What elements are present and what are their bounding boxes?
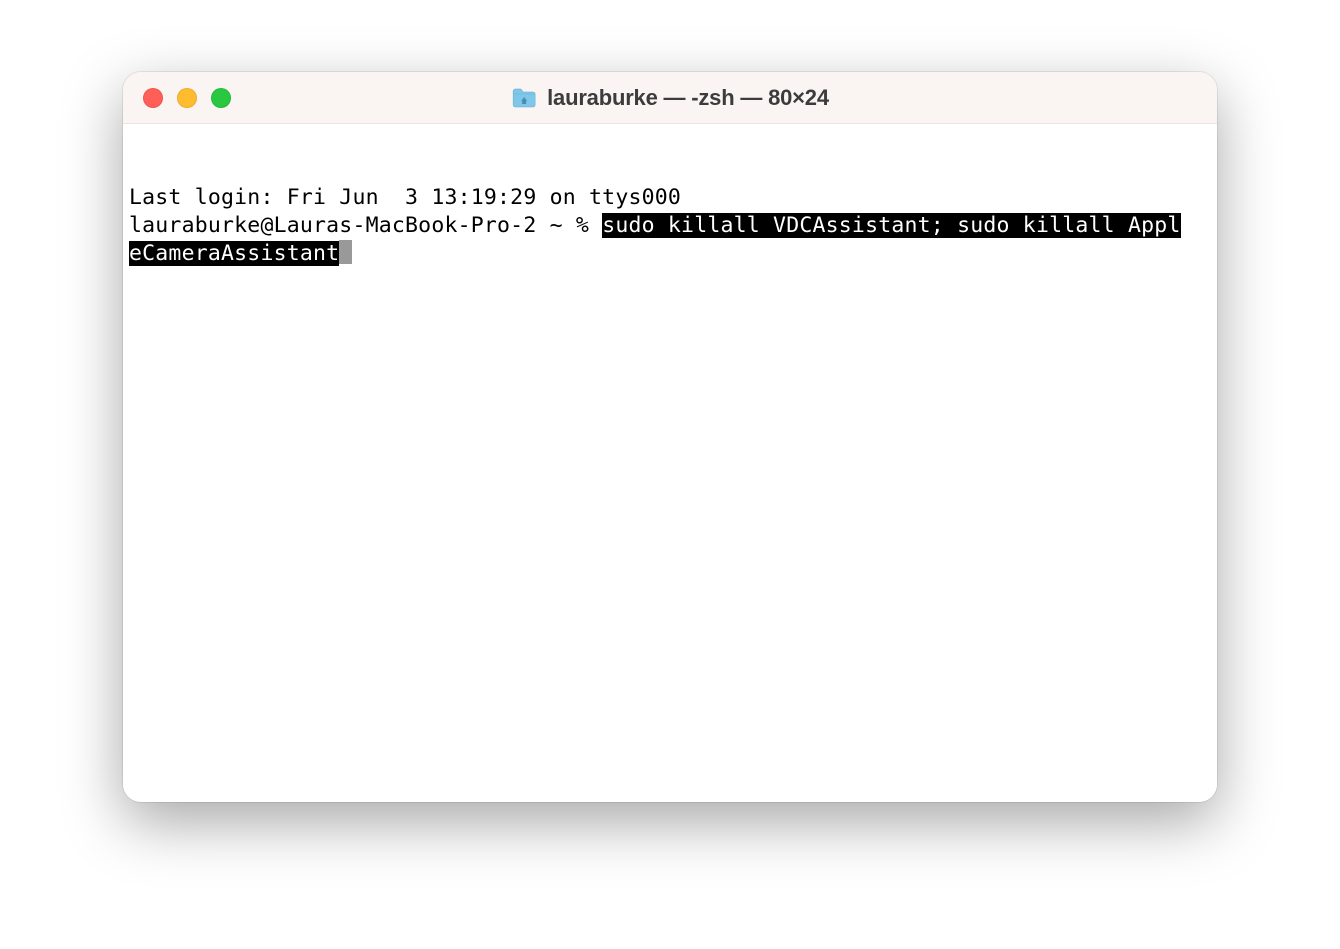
folder-icon [511,87,537,109]
terminal-body[interactable]: Last login: Fri Jun 3 13:19:29 on ttys00… [123,124,1217,802]
shell-prompt: lauraburke@Lauras-MacBook-Pro-2 ~ % [129,213,602,238]
minimize-button[interactable] [177,88,197,108]
command-selection-part2[interactable]: eCameraAssistant [129,241,339,266]
command-selection-part1[interactable]: sudo killall VDCAssistant; sudo killall … [602,213,1180,238]
titlebar[interactable]: lauraburke — -zsh — 80×24 [123,72,1217,124]
command-line-2: eCameraAssistant [129,240,1211,268]
cursor [339,240,352,264]
title-group: lauraburke — -zsh — 80×24 [511,85,829,111]
last-login-line: Last login: Fri Jun 3 13:19:29 on ttys00… [129,184,1211,212]
window-title: lauraburke — -zsh — 80×24 [547,85,829,111]
prompt-line: lauraburke@Lauras-MacBook-Pro-2 ~ % sudo… [129,212,1211,240]
close-button[interactable] [143,88,163,108]
terminal-window: lauraburke — -zsh — 80×24 Last login: Fr… [123,72,1217,802]
maximize-button[interactable] [211,88,231,108]
traffic-lights [123,88,231,108]
